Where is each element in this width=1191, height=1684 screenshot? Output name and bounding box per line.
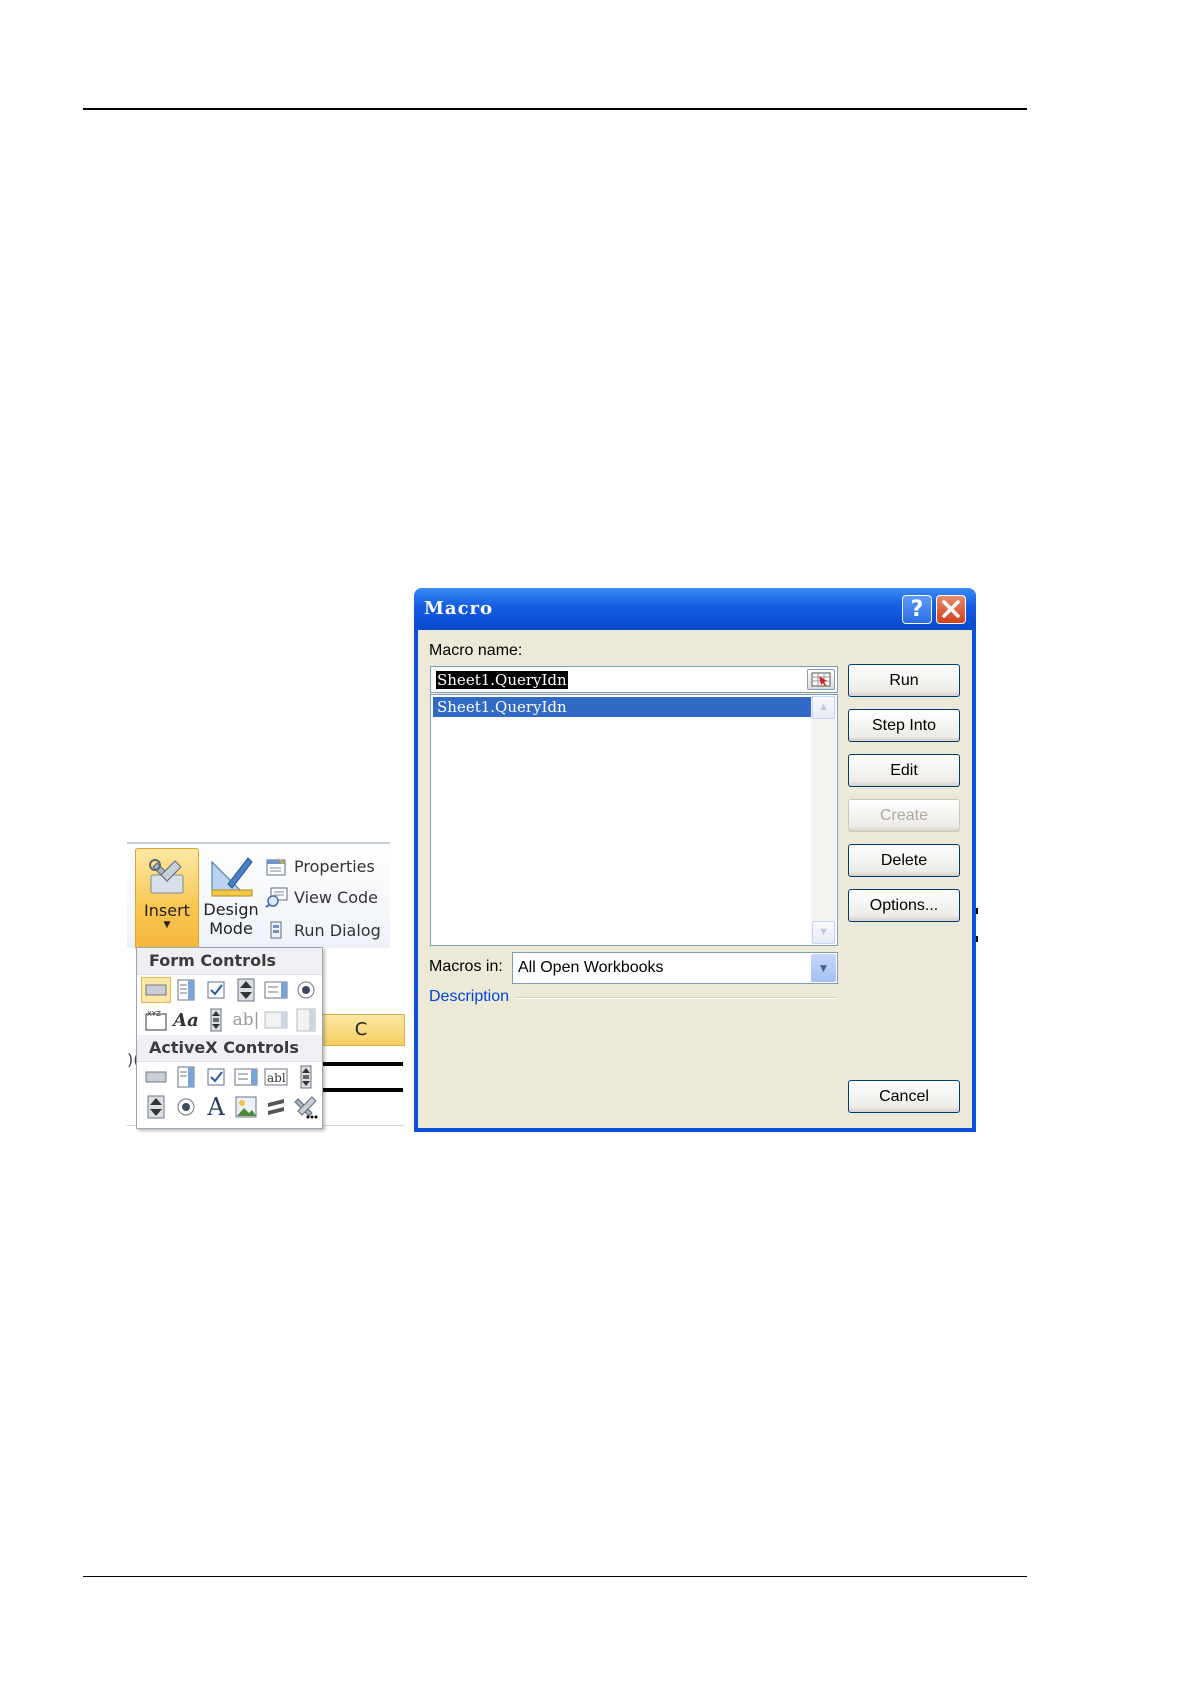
list-box-icon[interactable] (231, 1064, 261, 1090)
macro-name-value: Sheet1.QueryIdn (436, 671, 568, 689)
developer-ribbon: Insert ▼ Design Mode Properties View Cod… (127, 842, 390, 950)
step-into-button[interactable]: Step Into (848, 709, 960, 742)
macro-name-label: Macro name: (429, 642, 523, 659)
activex-controls-row-2: A (137, 1092, 322, 1122)
cell-border (317, 1062, 403, 1066)
svg-text:XYZ: XYZ (147, 1010, 161, 1018)
label-icon[interactable]: Aa (171, 1007, 201, 1033)
design-mode-icon (211, 857, 253, 897)
list-item[interactable]: Sheet1.QueryIdn (433, 697, 811, 717)
edge-tick (976, 908, 978, 914)
label-icon[interactable]: A (201, 1093, 231, 1121)
form-controls-row-2: XYZ Aa ab| (137, 1005, 322, 1035)
properties-icon (266, 857, 286, 876)
macros-in-select[interactable]: All Open Workbooks ▼ (512, 952, 838, 984)
dialog-client-area: Macro name: Sheet1.QueryIdn Sheet1.Query… (418, 630, 972, 1128)
macro-list[interactable]: Sheet1.QueryIdn ▲ ▼ (430, 694, 838, 946)
close-icon (942, 600, 960, 618)
combo-drop-down-edit-icon[interactable] (291, 1007, 321, 1033)
option-button-icon[interactable] (291, 977, 321, 1003)
design-mode-button[interactable]: Design Mode (200, 848, 262, 948)
svg-text:abl: abl (267, 1071, 286, 1085)
options-button[interactable]: Options... (848, 889, 960, 922)
cancel-button[interactable]: Cancel (848, 1080, 960, 1113)
properties-button[interactable]: Properties (265, 852, 375, 880)
text-box-icon[interactable]: abl (261, 1064, 291, 1090)
combo-box-icon[interactable] (171, 977, 201, 1003)
activex-controls-heading: ActiveX Controls (137, 1035, 322, 1062)
view-code-button[interactable]: View Code (265, 883, 378, 911)
scroll-bar-icon[interactable] (291, 1064, 321, 1090)
macros-in-value: All Open Workbooks (518, 959, 664, 976)
description-label: Description (429, 988, 510, 1005)
edit-button[interactable]: Edit (848, 754, 960, 787)
header-rule (83, 108, 1027, 110)
group-box-icon[interactable]: XYZ (141, 1007, 171, 1033)
view-code-icon (265, 887, 288, 908)
design-label: Design (203, 900, 259, 919)
insert-controls-button[interactable]: Insert ▼ (135, 848, 199, 950)
toggle-button-icon[interactable] (261, 1094, 291, 1120)
scroll-down-icon[interactable]: ▼ (812, 921, 835, 944)
description-divider-highlight (516, 998, 838, 999)
check-box-icon[interactable] (201, 1064, 231, 1090)
check-box-icon[interactable] (201, 977, 231, 1003)
activex-controls-row-1: abl (137, 1062, 322, 1092)
macros-in-label: Macros in: (429, 958, 503, 975)
run-dialog-label: Run Dialog (294, 920, 381, 940)
list-scrollbar[interactable]: ▲ ▼ (811, 696, 836, 944)
insert-controls-dropdown: Form Controls XYZ Aa ab| ActiveX Control… (136, 947, 323, 1129)
create-button[interactable]: Create (848, 799, 960, 832)
combo-list-edit-icon[interactable] (261, 1007, 291, 1033)
scroll-up-icon[interactable]: ▲ (812, 696, 835, 719)
text-field-icon[interactable]: ab| (231, 1007, 261, 1033)
run-dialog-button[interactable]: Run Dialog (265, 916, 381, 944)
combo-box-icon[interactable] (171, 1064, 201, 1090)
image-icon[interactable] (231, 1094, 261, 1120)
help-button[interactable]: ? (902, 595, 932, 624)
range-select-icon (811, 672, 831, 687)
mode-label: Mode (209, 919, 253, 938)
run-button[interactable]: Run (848, 664, 960, 697)
spin-button-icon[interactable] (141, 1094, 171, 1120)
insert-label: Insert (144, 901, 190, 920)
button-icon[interactable] (141, 977, 171, 1003)
delete-button[interactable]: Delete (848, 844, 960, 877)
column-header-c[interactable]: C (317, 1014, 405, 1046)
toolbox-icon (149, 859, 184, 894)
spin-button-icon[interactable] (231, 977, 261, 1003)
footer-rule (83, 1576, 1027, 1577)
cell-border (317, 1088, 403, 1092)
question-icon: ? (910, 597, 924, 622)
macro-name-input[interactable]: Sheet1.QueryIdn (430, 666, 838, 693)
chevron-down-icon[interactable]: ▼ (811, 954, 836, 982)
chevron-down-icon: ▼ (163, 920, 171, 930)
view-code-label: View Code (294, 887, 379, 907)
option-button-icon[interactable] (171, 1094, 201, 1120)
command-button-icon[interactable] (141, 1064, 171, 1090)
edge-tick (976, 936, 978, 942)
dialog-title: Macro (424, 598, 494, 619)
scroll-bar-icon[interactable] (201, 1007, 231, 1033)
dialog-titlebar[interactable]: Macro ? (414, 588, 976, 630)
form-controls-row-1 (137, 975, 322, 1005)
run-dialog-icon (270, 921, 282, 939)
collapse-dialog-button[interactable] (807, 669, 835, 690)
form-controls-heading: Form Controls (137, 948, 322, 975)
more-controls-icon[interactable] (291, 1094, 321, 1120)
macro-dialog: Macro ? Macro name: Sheet1.QueryIdn Shee… (414, 588, 976, 1132)
close-button[interactable] (936, 595, 966, 624)
list-box-icon[interactable] (261, 977, 291, 1003)
properties-label: Properties (294, 856, 375, 876)
